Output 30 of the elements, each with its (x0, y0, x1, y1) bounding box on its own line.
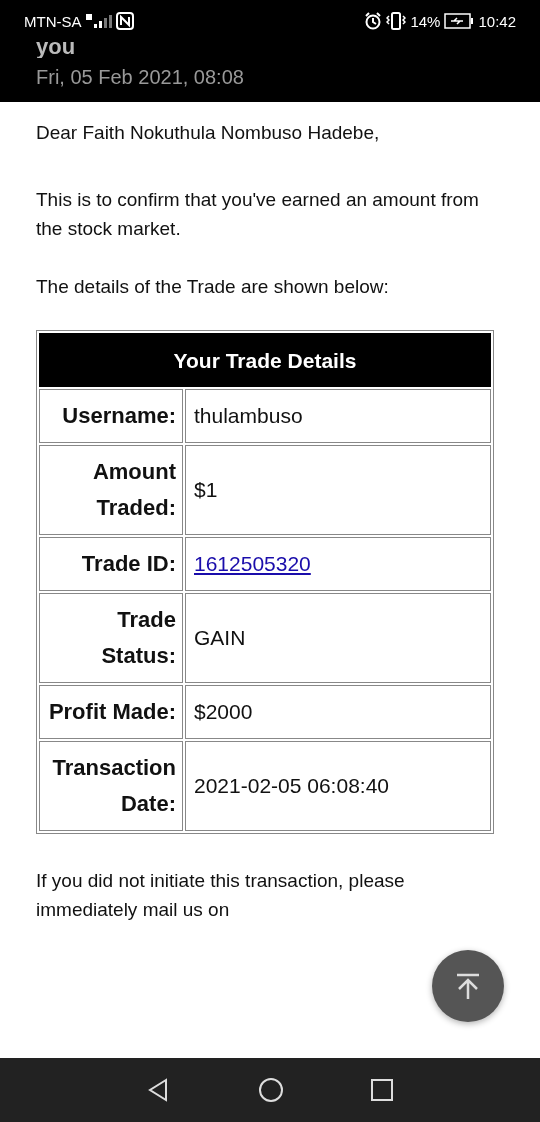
footer-paragraph: If you did not initiate this transaction, please immediately mail us on (36, 869, 406, 922)
recent-apps-icon[interactable] (370, 1078, 394, 1102)
row-label: Amount Traded: (39, 445, 183, 535)
nfc-icon (115, 12, 134, 30)
table-cell: $2000 (185, 685, 491, 739)
vibrate-icon (386, 12, 407, 30)
trade-id-link[interactable]: 1612505320 (194, 552, 311, 575)
table-cell: $1 (185, 445, 491, 535)
scroll-to-top-button[interactable] (432, 950, 504, 1022)
battery-icon (444, 13, 475, 29)
greeting-text: Dear Faith Nokuthula Nombuso Hadebe, (36, 121, 381, 145)
email-subject: you (35, 42, 77, 58)
alarm-icon (364, 12, 383, 30)
table-cell: 2021-02-05 06:08:40 (185, 741, 491, 831)
table-title: Your Trade Details (39, 333, 491, 387)
row-label: Transaction Date: (39, 741, 183, 831)
row-label: Username: (39, 389, 183, 443)
carrier-name: MTN-SA (24, 12, 82, 30)
battery-level: 14% (410, 12, 441, 30)
row-label: Trade Status: (39, 593, 183, 683)
signal-icon (85, 13, 112, 29)
row-label: Profit Made: (39, 685, 183, 739)
table-cell: thulambuso (185, 389, 491, 443)
clock-time: 10:42 (478, 12, 516, 30)
table-cell: GAIN (185, 593, 491, 683)
email-date: Fri, 05 Feb 2021, 08:08 (35, 65, 245, 89)
body-paragraph: The details of the Trade are shown below: (36, 275, 390, 299)
home-icon[interactable] (258, 1077, 284, 1103)
row-label: Trade ID: (39, 537, 183, 591)
body-paragraph: This is to confirm that you've earned an amount from the stock market. (36, 188, 480, 241)
